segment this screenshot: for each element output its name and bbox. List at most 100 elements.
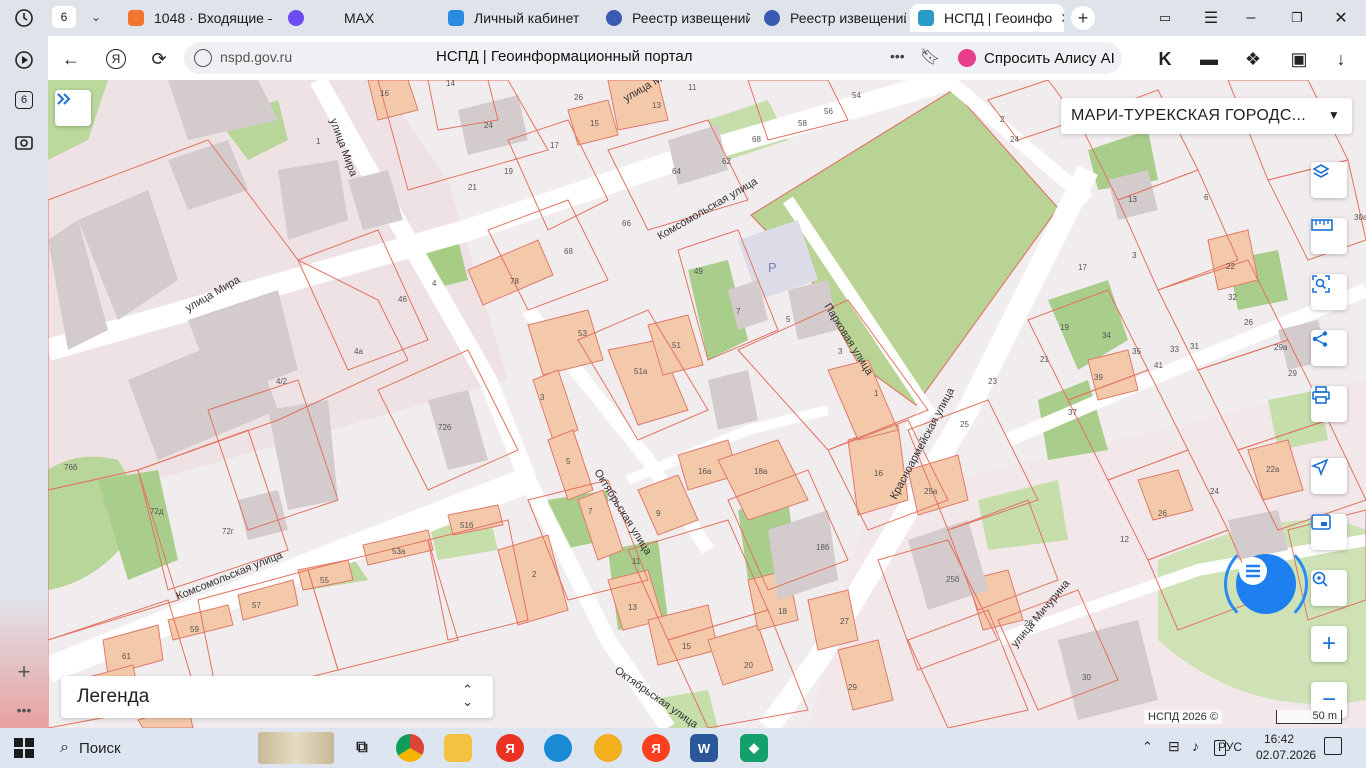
back-arrow-icon[interactable]: ← <box>58 46 84 72</box>
tab-mail[interactable]: 1048 · Входящие – <box>120 4 272 32</box>
extension-badge-icon[interactable]: ▣ <box>1286 46 1312 72</box>
tab-registry-1[interactable]: Реестр извещений <box>598 4 750 32</box>
house-number-label: 57 <box>252 601 261 610</box>
bookmark-icon[interactable]: 🔖︎ <box>920 47 940 67</box>
file-explorer-icon[interactable] <box>444 734 472 762</box>
house-number-label: 26 <box>1244 318 1253 327</box>
search-label: Поиск <box>78 739 121 757</box>
reload-icon[interactable]: ⟳ <box>146 46 172 72</box>
kinopoisk-icon[interactable]: K <box>1152 46 1178 72</box>
url-domain: nspd.gov.ru <box>220 49 293 65</box>
edge-icon[interactable] <box>544 734 572 762</box>
speaker-icon[interactable]: ♪ <box>1192 738 1199 754</box>
minimize-icon[interactable]: – <box>1236 6 1266 30</box>
locate-button[interactable] <box>1311 458 1347 494</box>
chrome-icon[interactable] <box>396 734 424 762</box>
play-icon[interactable] <box>12 48 36 72</box>
history-clock-icon[interactable] <box>12 6 36 30</box>
site-security-icon[interactable] <box>194 49 212 67</box>
tab-max[interactable]: MAX <box>280 4 430 32</box>
house-number-label: 31 <box>1190 342 1199 351</box>
tabs-counter-icon[interactable]: 6 <box>12 88 36 112</box>
windows-start-icon[interactable] <box>14 738 34 758</box>
expand-panel-button[interactable] <box>55 90 91 126</box>
house-number-label: 9 <box>656 509 661 518</box>
house-number-label: 28 <box>1024 619 1033 628</box>
tab-list-chevron-icon[interactable]: ⌄ <box>84 6 108 28</box>
screenshot-camera-icon[interactable] <box>12 130 36 154</box>
cadastral-map[interactable]: P улица Мира улица Мира Комсомольская ул… <box>48 80 1366 728</box>
tray-chevron-icon[interactable]: ⌃ <box>1142 739 1153 755</box>
house-number-label: 14 <box>446 80 455 88</box>
house-number-label: 18а <box>754 467 768 476</box>
language-indicator[interactable]: РУС <box>1218 740 1242 754</box>
notifications-icon[interactable] <box>1324 737 1342 755</box>
geo-search-button[interactable] <box>1311 570 1347 606</box>
tab-cabinet[interactable]: Личный кабинет <box>440 4 592 32</box>
url-field[interactable]: nspd.gov.ru НСПД | Геоинформационный пор… <box>184 42 994 74</box>
more-dots-icon[interactable]: ••• <box>12 698 36 722</box>
chat-button[interactable] <box>1236 554 1296 614</box>
house-number-label: 13 <box>628 603 637 612</box>
house-number-label: 3 <box>838 347 843 356</box>
close-window-icon[interactable]: ✕ <box>1326 6 1356 30</box>
profile-icon[interactable]: ▭ <box>1150 6 1180 30</box>
yandex-browser-icon[interactable]: Я <box>496 734 524 762</box>
tab-count-button[interactable]: 6 <box>52 6 76 28</box>
browser-sidebar: 6 + ••• <box>0 0 48 728</box>
tab-registry-2[interactable]: Реестр извещений <box>756 4 906 32</box>
search-highlight-image[interactable] <box>258 732 334 764</box>
map-view[interactable]: P улица Мира улица Мира Комсомольская ул… <box>48 80 1366 728</box>
house-number-label: 32 <box>1228 293 1237 302</box>
expand-updown-icon[interactable]: ⌃ ⌄ <box>462 683 473 708</box>
house-number-label: 26 <box>1158 509 1167 518</box>
yandex-logo-icon[interactable]: Я <box>103 46 129 72</box>
house-number-label: 4а <box>354 347 363 356</box>
house-number-label: 17 <box>550 141 559 150</box>
network-icon[interactable]: ⊟ <box>1168 738 1180 755</box>
house-number-label: 19 <box>1060 323 1069 332</box>
measure-button[interactable] <box>1311 218 1347 254</box>
ask-alice-button[interactable]: Спросить Алису AI <box>950 42 1122 74</box>
share-button[interactable] <box>1311 330 1347 366</box>
clock-date[interactable]: 02.07.2026 <box>1256 748 1316 762</box>
region-dropdown[interactable]: МАРИ-ТУРЕКСКАЯ ГОРОДС... ▼ <box>1061 98 1352 134</box>
collections-icon[interactable]: ❖ <box>1240 46 1266 72</box>
house-number-label: 23 <box>988 377 997 386</box>
tab-label: 1048 · Входящие – <box>154 10 272 26</box>
house-number-label: 51б <box>460 521 474 530</box>
house-number-label: 30а <box>1354 213 1366 222</box>
word-icon[interactable]: W <box>690 734 718 762</box>
restore-icon[interactable]: ❐ <box>1282 6 1312 30</box>
yandex-app-2-icon[interactable]: Я <box>642 734 670 762</box>
menu-icon[interactable]: ☰ <box>1196 6 1226 30</box>
green-app-icon[interactable]: ◆ <box>740 734 768 762</box>
tab-strip: 6 ⌄ 1048 · Входящие – MAX Личный кабинет… <box>0 0 1366 36</box>
add-panel-icon[interactable]: + <box>12 659 36 684</box>
taskbar-search[interactable]: ⌕ Поиск <box>50 728 250 768</box>
house-number-label: 64 <box>672 167 681 176</box>
extension-bar-icon[interactable]: ▬ <box>1196 46 1222 72</box>
legend-panel[interactable]: Легенда ⌃ ⌄ <box>61 676 493 718</box>
download-icon[interactable]: ↓ <box>1328 46 1354 72</box>
house-number-label: 59 <box>190 625 199 634</box>
house-number-label: 13 <box>1128 195 1137 204</box>
yandex-app-icon[interactable] <box>594 734 622 762</box>
ruler-icon <box>1311 219 1333 231</box>
clock-time[interactable]: 16:42 <box>1264 732 1294 746</box>
new-tab-icon[interactable]: + <box>1071 6 1095 30</box>
sidebar-badge: 6 <box>15 91 33 109</box>
layers-button[interactable] <box>1311 162 1347 198</box>
more-actions-icon[interactable]: ••• <box>890 48 905 64</box>
house-number-label: 13 <box>652 101 661 110</box>
mail-favicon-icon <box>128 10 144 26</box>
area-select-button[interactable] <box>1311 274 1347 310</box>
zoom-in-button[interactable]: + <box>1311 626 1347 662</box>
house-number-label: 24 <box>484 121 493 130</box>
close-tab-icon[interactable]: ✕ <box>1060 10 1064 27</box>
map-copyright: НСПД 2026 © <box>1144 710 1222 724</box>
tab-nspd[interactable]: НСПД | Геоинфо ✕ <box>910 4 1064 32</box>
minimap-button[interactable] <box>1311 514 1347 550</box>
print-button[interactable] <box>1311 386 1347 422</box>
task-view-icon[interactable]: ⧉ <box>348 734 376 762</box>
